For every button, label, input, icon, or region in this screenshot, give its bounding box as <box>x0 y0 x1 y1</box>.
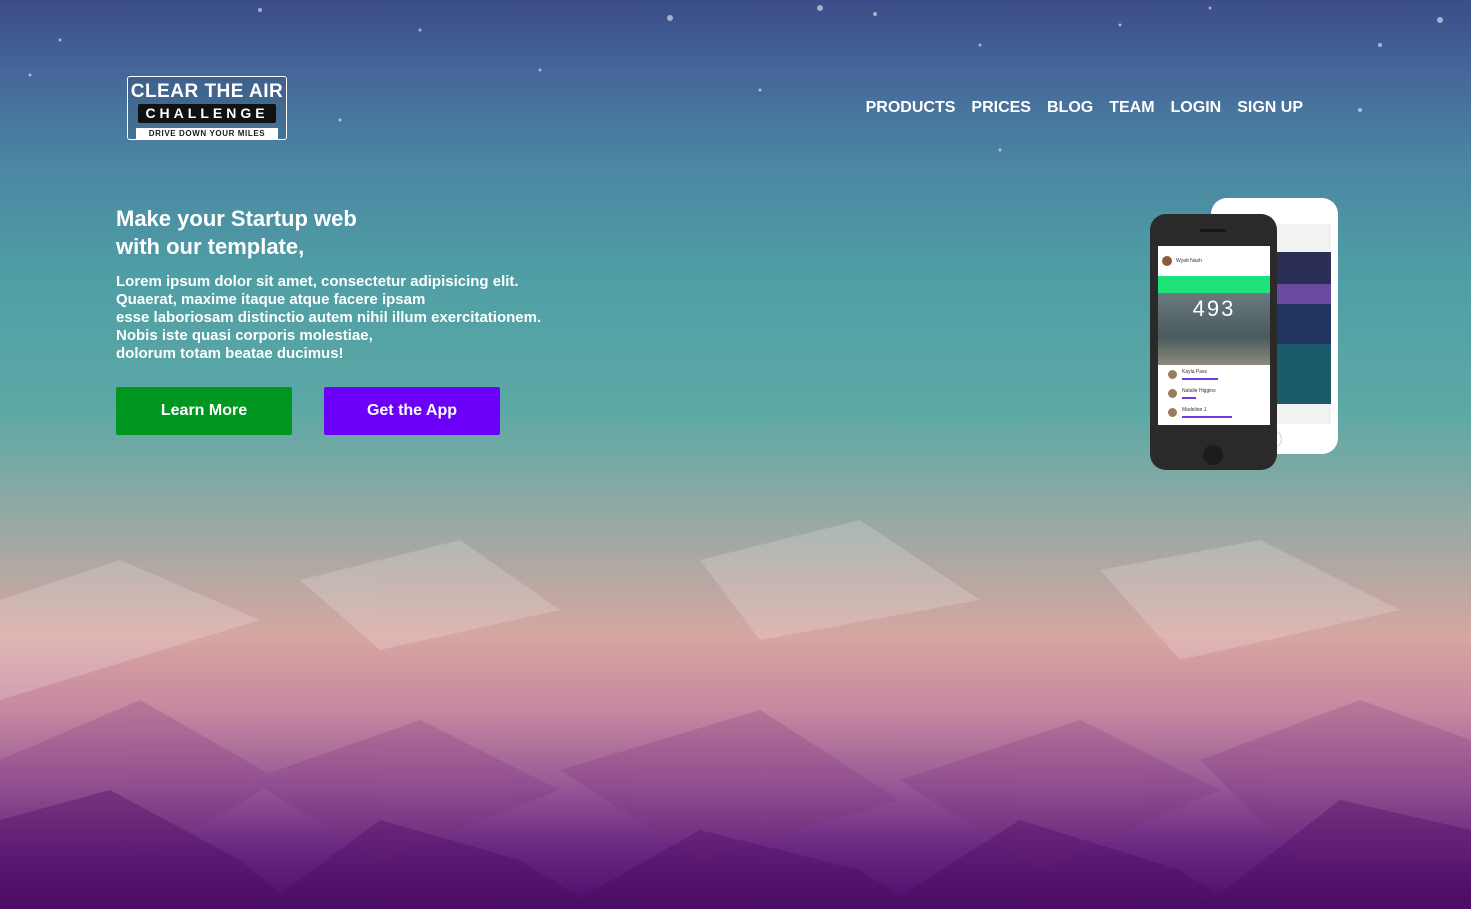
list-item-name: Madeline J. <box>1182 407 1208 413</box>
phone-screen-front: Wyatt Nash 493 Kayla Pass Natalie Higgin… <box>1158 246 1270 439</box>
list-item: Natalie Higgins <box>1168 386 1260 404</box>
nav-products[interactable]: PRODUCTS <box>866 99 956 117</box>
avatar <box>1162 256 1172 266</box>
avatar <box>1168 370 1177 379</box>
get-the-app-button[interactable]: Get the App <box>324 387 500 435</box>
progress-bar <box>1182 397 1196 399</box>
hero-title: Make your Startup web with our template, <box>116 205 496 261</box>
app-step-count: 493 <box>1192 296 1236 321</box>
list-item-name: Natalie Higgins <box>1182 388 1216 394</box>
main-nav: PRODUCTS PRICES BLOG TEAM LOGIN SIGN UP <box>866 99 1303 117</box>
app-user-name: Wyatt Nash <box>1176 258 1202 264</box>
list-item: Kayla Pass <box>1168 367 1260 385</box>
speaker-icon <box>1200 229 1226 232</box>
nav-prices[interactable]: PRICES <box>971 99 1031 117</box>
logo-tagline: DRIVE DOWN YOUR MILES <box>136 128 278 140</box>
brand-logo[interactable]: CLEAR THE AIR CHALLENGE DRIVE DOWN YOUR … <box>127 76 287 140</box>
app-tab-bar <box>1158 425 1270 439</box>
list-item: Madeline J. <box>1168 405 1260 423</box>
nav-blog[interactable]: BLOG <box>1047 99 1093 117</box>
hero-description-line: esse laboriosam distinctio autem nihil i… <box>116 309 542 326</box>
nav-team[interactable]: TEAM <box>1109 99 1154 117</box>
hero-description-line: dolorum totam beatae ducimus! <box>116 345 344 362</box>
app-leaderboard: Kayla Pass Natalie Higgins Madeline J. <box>1164 365 1264 425</box>
hero-description-line: Quaerat, maxime itaque atque facere ipsa… <box>116 291 426 308</box>
app-header: Wyatt Nash <box>1158 246 1270 268</box>
landing-page: CLEAR THE AIR CHALLENGE DRIVE DOWN YOUR … <box>0 0 1471 909</box>
phone-mockup-front: Wyatt Nash 493 Kayla Pass Natalie Higgin… <box>1150 214 1277 470</box>
hero-description-line: Lorem ipsum dolor sit amet, consectetur … <box>116 273 519 290</box>
logo-subtitle: CHALLENGE <box>138 104 276 123</box>
hero-description: Lorem ipsum dolor sit amet, consectetur … <box>116 273 636 363</box>
learn-more-button[interactable]: Learn More <box>116 387 292 435</box>
avatar <box>1168 389 1177 398</box>
home-button-icon <box>1203 445 1223 465</box>
hero-title-line-1: Make your Startup web <box>116 206 357 231</box>
list-item-name: Kayla Pass <box>1182 369 1208 375</box>
progress-bar <box>1182 416 1232 418</box>
nav-login[interactable]: LOGIN <box>1171 99 1222 117</box>
nav-sign-up[interactable]: SIGN UP <box>1237 99 1303 117</box>
logo-title: CLEAR THE AIR <box>130 81 284 102</box>
hero-description-line: Nobis iste quasi corporis molestiae, <box>116 327 373 344</box>
hero-title-line-2: with our template, <box>116 234 305 259</box>
app-status-bar <box>1158 276 1270 293</box>
progress-bar <box>1182 378 1218 380</box>
avatar <box>1168 408 1177 417</box>
